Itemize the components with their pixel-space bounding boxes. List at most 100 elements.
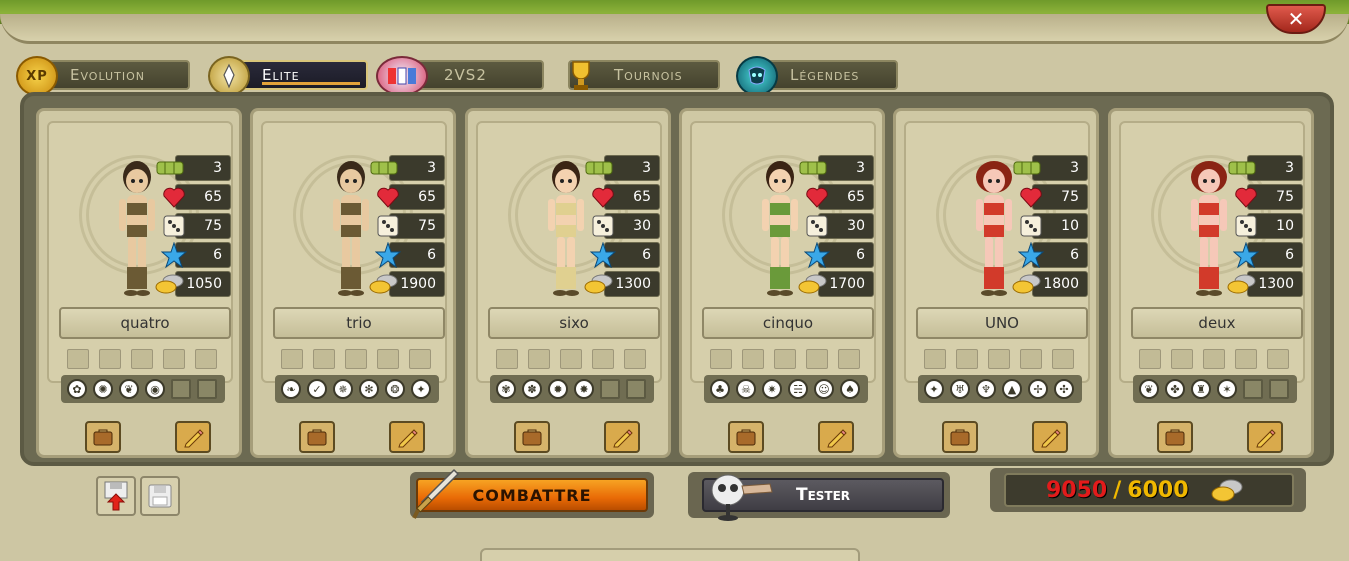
spell-icon[interactable]: ▲ <box>1002 379 1022 399</box>
inventory-button[interactable] <box>1157 421 1193 453</box>
inventory-button[interactable] <box>728 421 764 453</box>
spell-icon[interactable]: ❂ <box>385 379 405 399</box>
empty-spell-slot[interactable] <box>197 379 217 399</box>
equipment-slot[interactable] <box>67 349 89 369</box>
spell-icon[interactable]: ☺ <box>814 379 834 399</box>
character-name[interactable]: cinquo <box>702 307 874 339</box>
tab-elite[interactable]: Elite <box>208 56 368 96</box>
spell-icon[interactable]: ♜ <box>1191 379 1211 399</box>
empty-spell-slot[interactable] <box>171 379 191 399</box>
equipment-slot[interactable] <box>528 349 550 369</box>
tab-2vs2[interactable]: 2VS2 <box>376 56 544 96</box>
equipment-slot[interactable] <box>1235 349 1257 369</box>
spell-icon[interactable]: ♣ <box>710 379 730 399</box>
spell-icon[interactable]: ✣ <box>1054 379 1074 399</box>
spell-icon[interactable]: ♠ <box>840 379 860 399</box>
equipment-slot[interactable] <box>163 349 185 369</box>
spell-icon[interactable]: ✶ <box>1217 379 1237 399</box>
equipment-slot[interactable] <box>592 349 614 369</box>
equipment-slot[interactable] <box>281 349 303 369</box>
spell-icon[interactable]: ✿ <box>67 379 87 399</box>
empty-spell-slot[interactable] <box>600 379 620 399</box>
spell-icon[interactable]: ✓ <box>307 379 327 399</box>
initiative-dice-icon <box>373 213 403 239</box>
equipment-slot[interactable] <box>1052 349 1074 369</box>
spell-icon[interactable]: ✵ <box>333 379 353 399</box>
equipment-slot[interactable] <box>624 349 646 369</box>
spell-icon[interactable]: ❧ <box>281 379 301 399</box>
character-name[interactable]: UNO <box>916 307 1088 339</box>
edit-character-button[interactable] <box>175 421 211 453</box>
equipment-slot[interactable] <box>195 349 217 369</box>
edit-character-button[interactable] <box>604 421 640 453</box>
tab-evolution[interactable]: XP Evolution <box>16 56 190 96</box>
equipment-slot[interactable] <box>131 349 153 369</box>
equipment-slot[interactable] <box>988 349 1010 369</box>
character-name[interactable]: deux <box>1131 307 1303 339</box>
spell-icon[interactable]: ☵ <box>788 379 808 399</box>
equipment-slot[interactable] <box>1171 349 1193 369</box>
empty-spell-slot[interactable] <box>1243 379 1263 399</box>
edit-character-button[interactable] <box>1032 421 1068 453</box>
inventory-button[interactable] <box>942 421 978 453</box>
spell-icon[interactable]: ❦ <box>119 379 139 399</box>
tab-legendes[interactable]: Légendes <box>736 56 898 96</box>
equipment-slot[interactable] <box>742 349 764 369</box>
spell-icon[interactable]: ✦ <box>411 379 431 399</box>
spell-bar: ❦ ✤ ♜ ✶ <box>1133 375 1297 403</box>
tab-tournois[interactable]: Tournois <box>568 60 720 90</box>
equipment-slot[interactable] <box>409 349 431 369</box>
tournament-trophy-icon <box>560 56 602 96</box>
spell-icon[interactable]: ✹ <box>548 379 568 399</box>
spell-icon[interactable]: ✻ <box>359 379 379 399</box>
spell-icon[interactable]: ✤ <box>1165 379 1185 399</box>
character-name[interactable]: quatro <box>59 307 231 339</box>
load-team-button[interactable] <box>96 476 136 516</box>
equipment-slot[interactable] <box>838 349 860 369</box>
equipment-slot[interactable] <box>560 349 582 369</box>
spell-icon[interactable]: ✸ <box>574 379 594 399</box>
equipment-slot[interactable] <box>1267 349 1289 369</box>
spell-icon[interactable]: ✺ <box>93 379 113 399</box>
spell-icon[interactable]: ✢ <box>1028 379 1048 399</box>
equipment-slot[interactable] <box>313 349 335 369</box>
edit-character-button[interactable] <box>818 421 854 453</box>
level-icon <box>798 155 828 181</box>
empty-spell-slot[interactable] <box>1269 379 1289 399</box>
spell-icon[interactable]: ♆ <box>976 379 996 399</box>
life-heart-icon <box>588 184 618 210</box>
equipment-slot[interactable] <box>710 349 732 369</box>
equipment-slot[interactable] <box>1020 349 1042 369</box>
spell-icon[interactable]: ✽ <box>522 379 542 399</box>
spell-icon[interactable]: ✾ <box>496 379 516 399</box>
equipment-slot[interactable] <box>774 349 796 369</box>
save-team-button[interactable] <box>140 476 180 516</box>
spell-icon[interactable]: ♅ <box>950 379 970 399</box>
inventory-button[interactable] <box>299 421 335 453</box>
inventory-button[interactable] <box>514 421 550 453</box>
level-icon <box>584 155 614 181</box>
equipment-slot[interactable] <box>924 349 946 369</box>
inventory-button[interactable] <box>85 421 121 453</box>
budget-frame: 9050 / 6000 <box>990 468 1306 512</box>
equipment-slot[interactable] <box>1203 349 1225 369</box>
budget-display: 9050 / 6000 <box>1004 473 1294 507</box>
spell-icon[interactable]: ✷ <box>762 379 782 399</box>
equipment-slot[interactable] <box>956 349 978 369</box>
equipment-slot[interactable] <box>345 349 367 369</box>
spell-icon[interactable]: ✦ <box>924 379 944 399</box>
equipment-slot[interactable] <box>496 349 518 369</box>
character-name[interactable]: sixo <box>488 307 660 339</box>
edit-character-button[interactable] <box>1247 421 1283 453</box>
empty-spell-slot[interactable] <box>626 379 646 399</box>
spell-icon[interactable]: ◉ <box>145 379 165 399</box>
equipment-slot[interactable] <box>1139 349 1161 369</box>
equipment-slot[interactable] <box>99 349 121 369</box>
edit-character-button[interactable] <box>389 421 425 453</box>
spell-icon[interactable]: ☠ <box>736 379 756 399</box>
coins-icon <box>1211 479 1243 502</box>
spell-icon[interactable]: ❦ <box>1139 379 1159 399</box>
character-name[interactable]: trio <box>273 307 445 339</box>
equipment-slot[interactable] <box>806 349 828 369</box>
equipment-slot[interactable] <box>377 349 399 369</box>
